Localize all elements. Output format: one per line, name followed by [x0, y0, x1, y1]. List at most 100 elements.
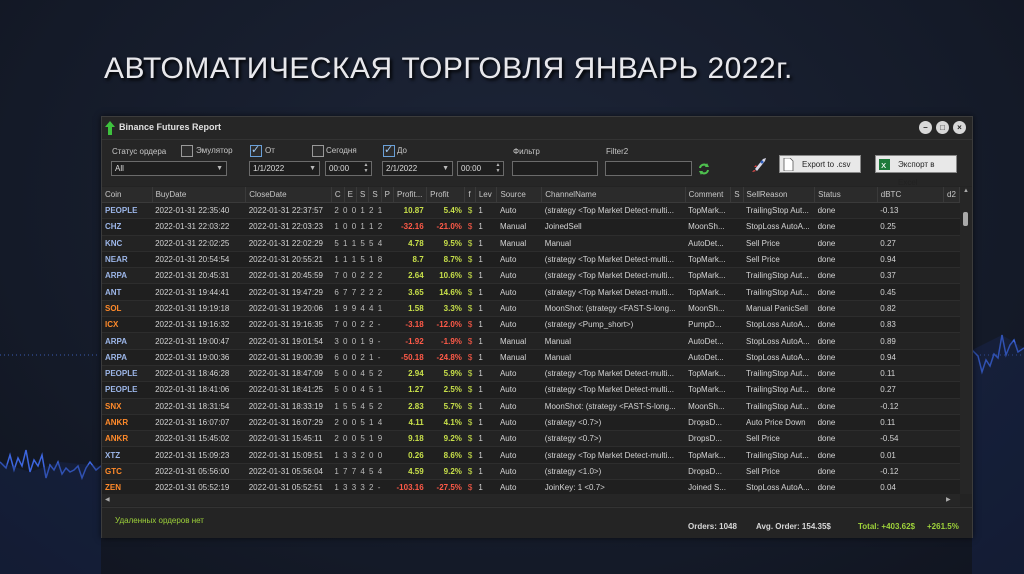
- column-header[interactable]: Profit...: [393, 187, 428, 203]
- column-header[interactable]: Profit: [426, 187, 466, 203]
- minimize-button[interactable]: –: [919, 121, 932, 134]
- slide-title: АВТОМАТИЧЕСКАЯ ТОРГОВЛЯ ЯНВАРЬ 2022г.: [104, 52, 793, 85]
- cell-filler: [730, 202, 744, 220]
- export-excel-button[interactable]: x Экспорт в Excel: [875, 155, 957, 187]
- cell-buy: 2022-01-31 18:46:28: [152, 365, 246, 383]
- scroll-up-icon[interactable]: ▲: [963, 188, 969, 194]
- horizontal-scrollbar[interactable]: ◀ ▶: [102, 494, 960, 506]
- table-row[interactable]: KNC 2022-01-31 22:02:25 2022-01-31 22:02:2…: [102, 235, 960, 252]
- scrollbar-thumb[interactable]: [963, 212, 968, 226]
- filter2-input[interactable]: [605, 161, 692, 176]
- cell-filler: [943, 349, 960, 366]
- export-csv-button[interactable]: Export to .csv: [779, 155, 861, 173]
- to-checkbox[interactable]: [383, 143, 395, 157]
- cell-p2: 8.7%: [426, 251, 465, 269]
- to-date-picker[interactable]: 2/1/2022 ▼: [382, 161, 453, 176]
- spinner-arrows-icon[interactable]: ▲ ▼: [362, 162, 370, 174]
- table-row[interactable]: PEOPLE 2022-01-31 18:46:28 2022-01-31 18:4…: [102, 365, 960, 383]
- excel-icon: x: [879, 159, 890, 171]
- column-header[interactable]: ChannelName: [541, 187, 686, 203]
- cell-p1: 2.83: [393, 398, 427, 415]
- cell-close: 2022-01-31 19:47:29: [245, 283, 332, 301]
- table-row[interactable]: CHZ 2022-01-31 22:03:22 2022-01-31 22:03:2…: [102, 218, 960, 236]
- column-header[interactable]: d2: [943, 187, 960, 203]
- cell-close: 2022-01-31 18:47:09: [245, 365, 332, 383]
- column-header[interactable]: BuyDate: [152, 187, 247, 203]
- from-time-spinner[interactable]: 00:00 ▲ ▼: [325, 161, 372, 176]
- table-row[interactable]: PEOPLE 2022-01-31 18:41:06 2022-01-31 18:4…: [102, 381, 960, 399]
- cell-comment: AutoDet...: [685, 235, 731, 252]
- column-header[interactable]: Coin: [102, 187, 153, 203]
- cell-status: done: [814, 300, 878, 318]
- cell-p1: -1.92: [393, 332, 427, 350]
- vertical-scrollbar[interactable]: ▲: [960, 187, 972, 494]
- maximize-button[interactable]: □: [936, 121, 949, 134]
- table-row[interactable]: ANKR 2022-01-31 16:07:07 2022-01-31 16:07:…: [102, 414, 960, 432]
- cell-reason: Sell Price: [743, 463, 815, 481]
- refresh-icon[interactable]: [698, 163, 710, 175]
- cell-mini: 1 9 9 4 4 1: [331, 300, 394, 318]
- cell-filler: $: [464, 332, 476, 350]
- order-status-select[interactable]: All ▼: [111, 161, 227, 176]
- table-row[interactable]: ARPA 2022-01-31 19:00:36 2022-01-31 19:00:…: [102, 349, 960, 366]
- window-titlebar[interactable]: Binance Futures Report – □ ×: [102, 117, 972, 140]
- column-header[interactable]: S: [368, 187, 382, 203]
- today-checkbox[interactable]: [312, 145, 324, 157]
- cell-p1: 8.7: [393, 251, 427, 269]
- cell-mini: 1 3 3 2 0 0: [331, 446, 394, 464]
- from-checkbox[interactable]: [250, 143, 262, 157]
- table-row[interactable]: XTZ 2022-01-31 15:09:23 2022-01-31 15:09:5…: [102, 446, 960, 464]
- cell-p1: 4.11: [393, 414, 427, 432]
- column-header[interactable]: S: [730, 187, 744, 203]
- table-row[interactable]: ARPA 2022-01-31 19:00:47 2022-01-31 19:01:…: [102, 332, 960, 350]
- table-row[interactable]: GTC 2022-01-31 05:56:00 2022-01-31 05:56:0…: [102, 463, 960, 481]
- table-row[interactable]: ANT 2022-01-31 19:44:41 2022-01-31 19:47:2…: [102, 283, 960, 301]
- total-percent: +261.5%: [927, 522, 959, 531]
- cell-dbtc: 0.27: [877, 381, 944, 399]
- table-row[interactable]: ICX 2022-01-31 19:16:32 2022-01-31 19:16:3…: [102, 316, 960, 334]
- emulator-checkbox[interactable]: [181, 145, 193, 157]
- column-header[interactable]: Е: [344, 187, 357, 203]
- from-date-picker[interactable]: 1/1/2022 ▼: [249, 161, 320, 176]
- today-label: Сегодня: [326, 146, 357, 155]
- close-button[interactable]: ×: [953, 121, 966, 134]
- rocket-icon[interactable]: [751, 155, 769, 173]
- column-header[interactable]: f: [464, 187, 476, 203]
- order-status-value: All: [115, 164, 124, 173]
- up-arrow-icon: [105, 121, 115, 135]
- cell-filler: [730, 381, 744, 399]
- scroll-left-icon[interactable]: ◀: [105, 496, 110, 503]
- table-row[interactable]: SNX 2022-01-31 18:31:54 2022-01-31 18:33:1…: [102, 398, 960, 415]
- column-header[interactable]: Lev: [475, 187, 498, 203]
- to-time-spinner[interactable]: 00:00 ▲ ▼: [457, 161, 504, 176]
- table-row[interactable]: ARPA 2022-01-31 20:45:31 2022-01-31 20:45:…: [102, 267, 960, 285]
- column-header[interactable]: С: [331, 187, 345, 203]
- table-row[interactable]: NEAR 2022-01-31 20:54:54 2022-01-31 20:55:…: [102, 251, 960, 269]
- column-header[interactable]: CloseDate: [245, 187, 332, 203]
- column-header[interactable]: Comment: [685, 187, 732, 203]
- cell-mini: 5 1 1 5 5 4: [331, 235, 394, 252]
- column-header[interactable]: dBTC: [877, 187, 945, 203]
- column-header[interactable]: Р: [381, 187, 395, 203]
- cell-status: done: [814, 479, 878, 494]
- cell-filler: [943, 300, 960, 318]
- table-row[interactable]: ZEN 2022-01-31 05:52:19 2022-01-31 05:52:5…: [102, 479, 960, 494]
- cell-comment: TopMark...: [685, 267, 731, 285]
- spinner-arrows-icon[interactable]: ▲ ▼: [494, 162, 502, 174]
- scroll-right-icon[interactable]: ▶: [946, 496, 951, 503]
- cell-filler: [943, 218, 960, 236]
- table-row[interactable]: PEOPLE 2022-01-31 22:35:40 2022-01-31 22:3…: [102, 202, 960, 220]
- orders-table[interactable]: Coin BuyDate CloseDate С Е S S Р Profit... Profit…: [102, 187, 960, 494]
- column-header[interactable]: Source: [496, 187, 543, 203]
- cell-dbtc: 0.83: [877, 316, 944, 334]
- cell-p1: 1.58: [393, 300, 427, 318]
- cell-status: done: [814, 463, 878, 481]
- column-header[interactable]: S: [356, 187, 370, 203]
- column-header[interactable]: SellReason: [743, 187, 816, 203]
- table-row[interactable]: SOL 2022-01-31 19:19:18 2022-01-31 19:20:0…: [102, 300, 960, 318]
- cell-source: Manual: [496, 218, 542, 236]
- column-header[interactable]: Status: [814, 187, 878, 203]
- cell-lev: 1: [475, 316, 497, 334]
- filter-input[interactable]: [512, 161, 598, 176]
- table-row[interactable]: ANKR 2022-01-31 15:45:02 2022-01-31 15:45:…: [102, 430, 960, 448]
